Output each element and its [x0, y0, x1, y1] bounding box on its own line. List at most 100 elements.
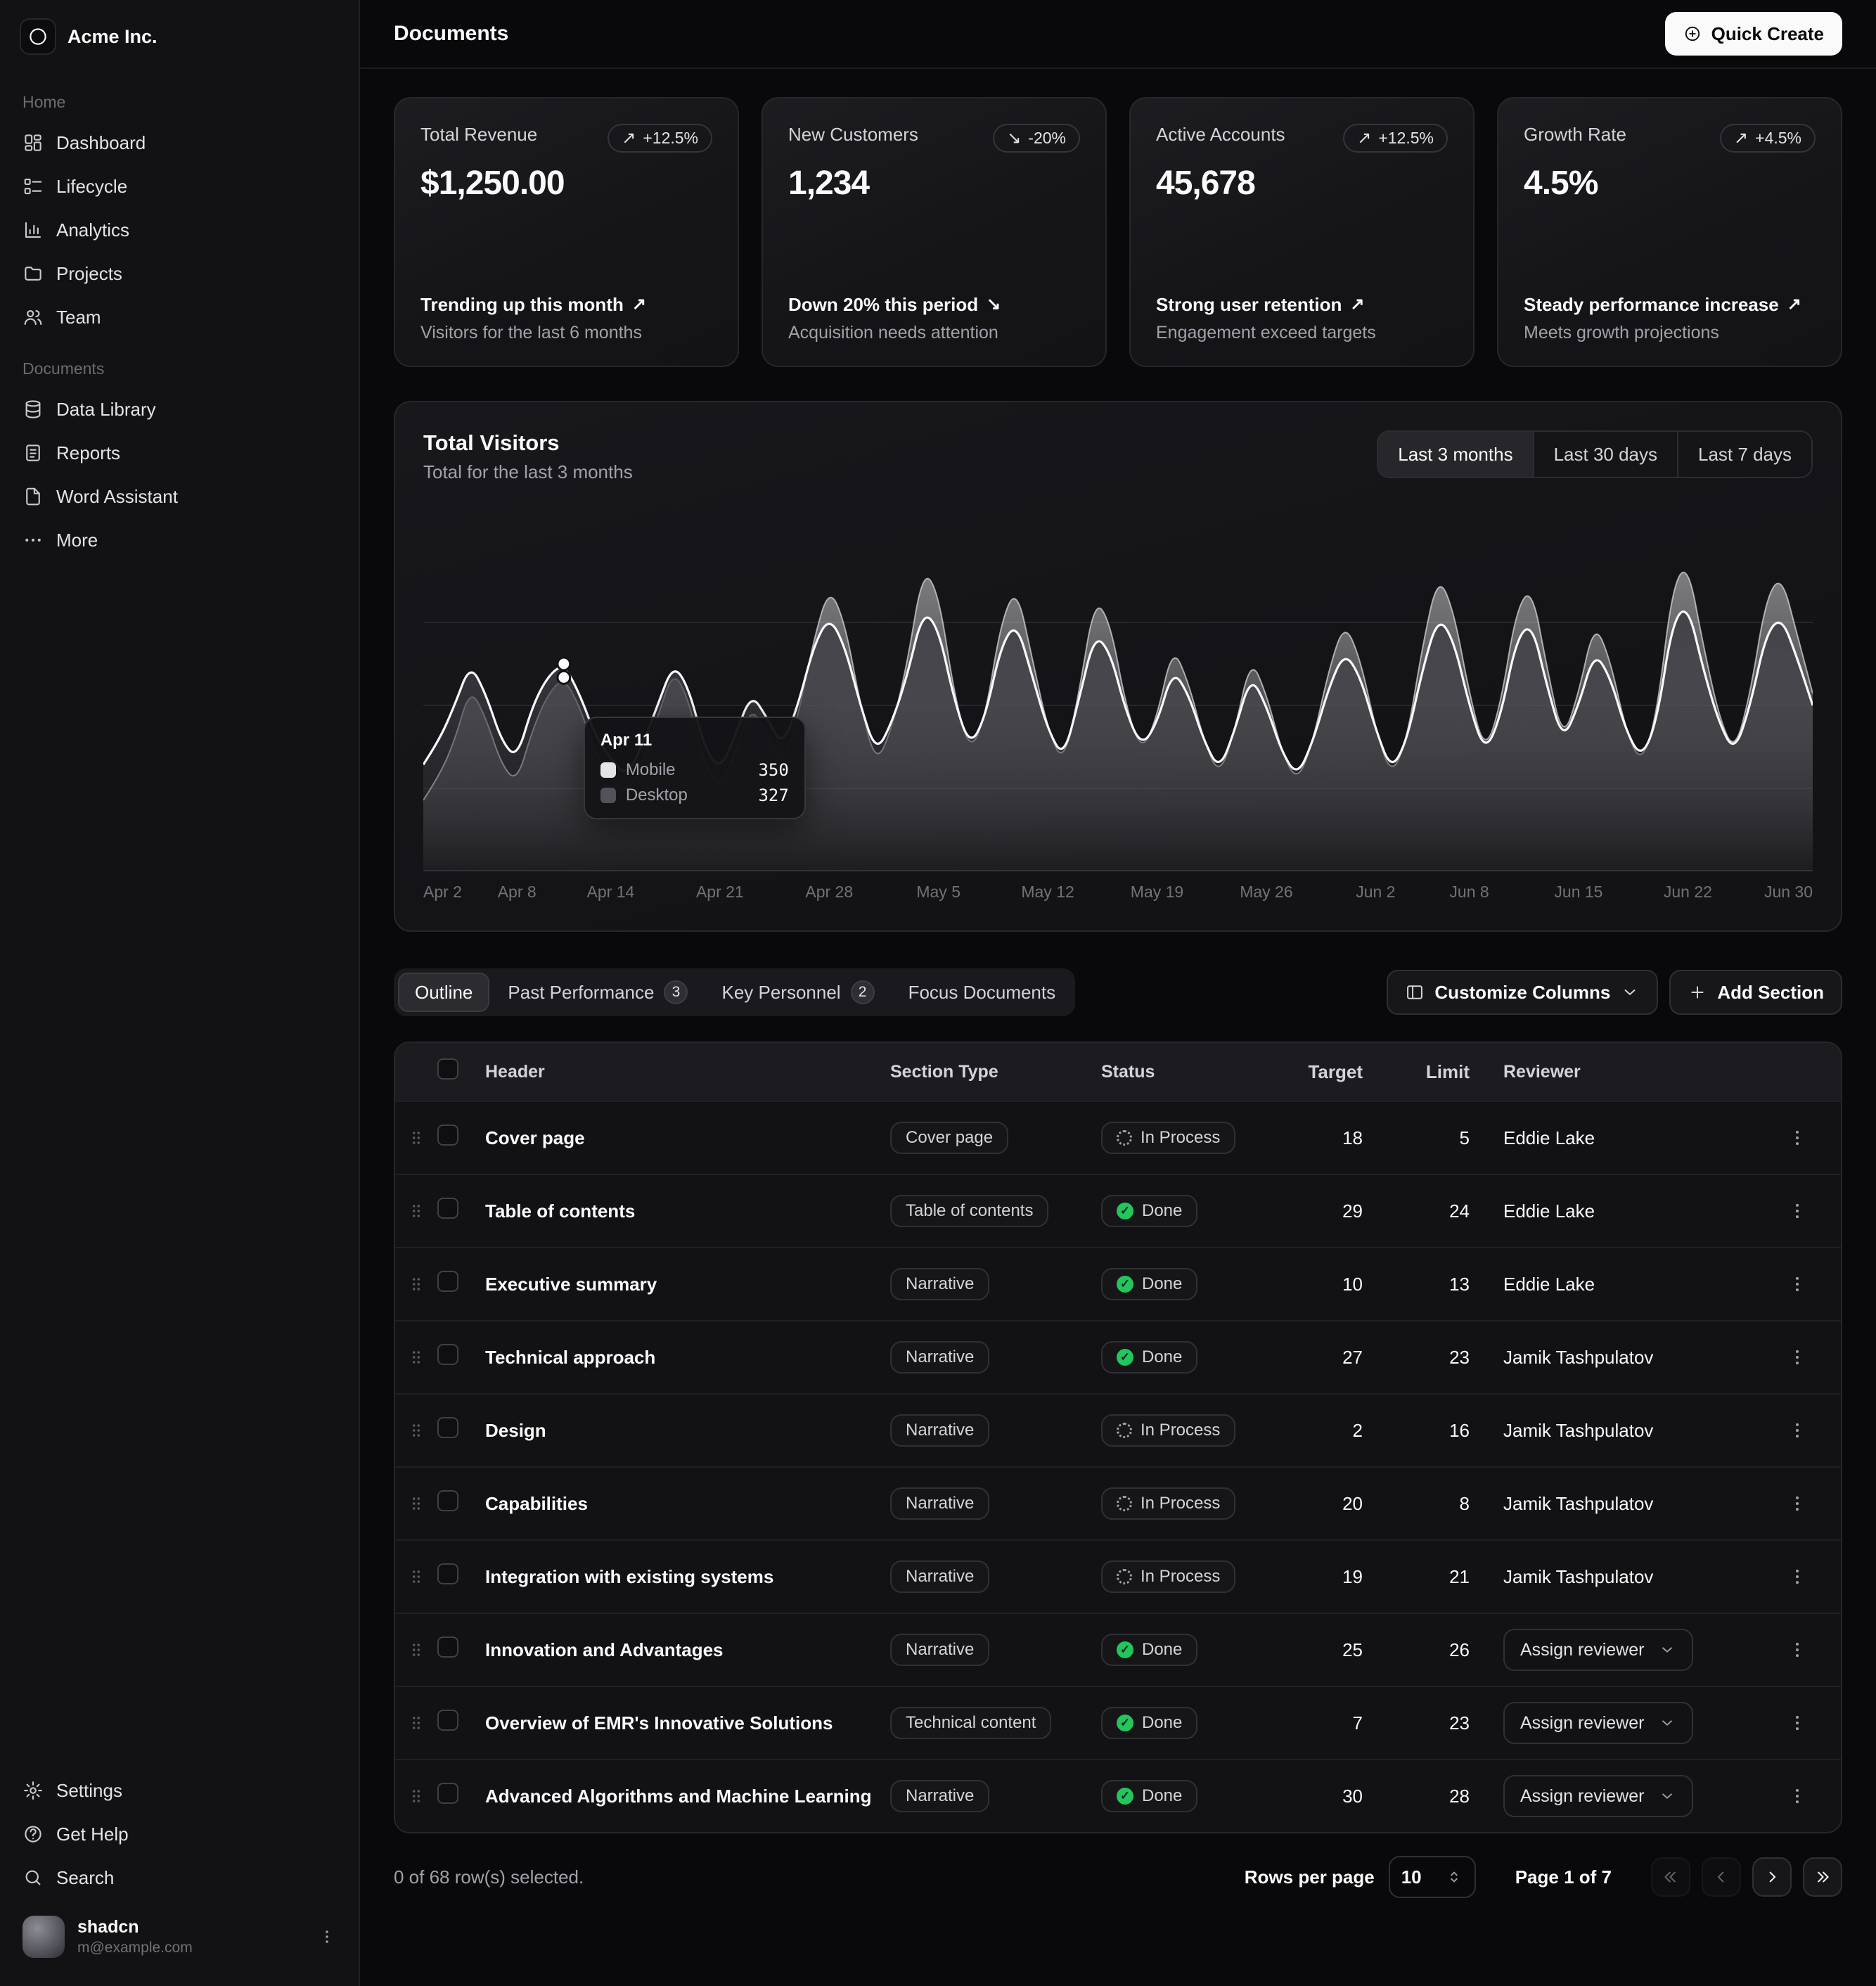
last-page-button[interactable] [1803, 1857, 1842, 1897]
limit-value[interactable]: 21 [1396, 1566, 1503, 1588]
drag-handle[interactable] [395, 1786, 437, 1806]
limit-value[interactable]: 8 [1396, 1493, 1503, 1515]
limit-value[interactable]: 23 [1396, 1712, 1503, 1734]
row-menu-button[interactable] [1779, 1485, 1816, 1522]
row-checkbox[interactable] [437, 1563, 458, 1584]
target-value[interactable]: 29 [1301, 1200, 1396, 1222]
sidebar-item-search[interactable]: Search [11, 1857, 347, 1899]
add-section-button[interactable]: Add Section [1669, 970, 1842, 1015]
row-header-link[interactable]: Cover page [485, 1127, 890, 1149]
row-header-link[interactable]: Integration with existing systems [485, 1566, 890, 1588]
row-menu-button[interactable] [1779, 1339, 1816, 1376]
brand-menu[interactable]: Acme Inc. [0, 0, 359, 73]
target-value[interactable]: 27 [1301, 1347, 1396, 1369]
ellipsis-vertical-icon [1787, 1493, 1808, 1514]
drag-handle[interactable] [395, 1128, 437, 1148]
row-menu-button[interactable] [1779, 1558, 1816, 1595]
row-header-link[interactable]: Overview of EMR's Innovative Solutions [485, 1712, 890, 1734]
sidebar-item-projects[interactable]: Projects [11, 252, 347, 295]
drag-handle[interactable] [395, 1201, 437, 1221]
limit-value[interactable]: 26 [1396, 1639, 1503, 1661]
drag-handle[interactable] [395, 1347, 437, 1367]
sidebar-item-analytics[interactable]: Analytics [11, 209, 347, 251]
first-page-button[interactable] [1651, 1857, 1690, 1897]
row-header-link[interactable]: Executive summary [485, 1274, 890, 1295]
range-last-3-months[interactable]: Last 3 months [1378, 432, 1532, 477]
visitors-area-chart[interactable]: Apr 11 Mobile 350 Desktop 327 [423, 520, 1813, 871]
row-header-link[interactable]: Technical approach [485, 1347, 890, 1369]
customize-columns-button[interactable]: Customize Columns [1387, 970, 1658, 1015]
row-menu-button[interactable] [1779, 1193, 1816, 1229]
row-menu-button[interactable] [1779, 1266, 1816, 1302]
row-checkbox[interactable] [437, 1417, 458, 1438]
status-badge: Done [1101, 1707, 1197, 1739]
drag-handle[interactable] [395, 1494, 437, 1513]
row-checkbox[interactable] [437, 1783, 458, 1804]
previous-page-button[interactable] [1702, 1857, 1741, 1897]
row-header-link[interactable]: Advanced Algorithms and Machine Learning [485, 1786, 890, 1807]
sidebar-item-team[interactable]: Team [11, 296, 347, 338]
row-checkbox[interactable] [437, 1271, 458, 1292]
target-value[interactable]: 10 [1301, 1274, 1396, 1295]
quick-create-button[interactable]: Quick Create [1665, 12, 1842, 56]
drag-handle[interactable] [395, 1713, 437, 1733]
drag-handle[interactable] [395, 1640, 437, 1660]
row-menu-button[interactable] [1779, 1778, 1816, 1814]
row-checkbox[interactable] [437, 1344, 458, 1365]
assign-reviewer-select[interactable]: Assign reviewer [1503, 1629, 1693, 1671]
row-header-link[interactable]: Design [485, 1420, 890, 1442]
tab-focus-documents[interactable]: Focus Documents [893, 973, 1072, 1012]
row-header-link[interactable]: Innovation and Advantages [485, 1639, 890, 1661]
row-checkbox[interactable] [437, 1636, 458, 1658]
sidebar-item-word-assistant[interactable]: Word Assistant [11, 475, 347, 518]
limit-value[interactable]: 5 [1396, 1127, 1503, 1149]
table-row: Cover page Cover page In Process 18 5 Ed… [395, 1101, 1841, 1174]
sidebar-item-lifecycle[interactable]: Lifecycle [11, 165, 347, 207]
row-header-link[interactable]: Table of contents [485, 1200, 890, 1222]
target-value[interactable]: 2 [1301, 1420, 1396, 1442]
sidebar-item-get-help[interactable]: Get Help [11, 1813, 347, 1855]
chevron-down-icon [1658, 1641, 1676, 1659]
next-page-button[interactable] [1752, 1857, 1792, 1897]
assign-reviewer-select[interactable]: Assign reviewer [1503, 1775, 1693, 1817]
row-header-link[interactable]: Capabilities [485, 1493, 890, 1515]
limit-value[interactable]: 16 [1396, 1420, 1503, 1442]
target-value[interactable]: 18 [1301, 1127, 1396, 1149]
sidebar-item-data-library[interactable]: Data Library [11, 388, 347, 430]
row-menu-button[interactable] [1779, 1412, 1816, 1449]
range-last-7-days[interactable]: Last 7 days [1677, 432, 1811, 477]
tab-past-performance[interactable]: Past Performance3 [492, 973, 703, 1012]
status-badge: Done [1101, 1780, 1197, 1812]
rows-per-page-select[interactable]: 10 [1389, 1856, 1476, 1898]
row-menu-button[interactable] [1779, 1705, 1816, 1741]
sidebar-item-reports[interactable]: Reports [11, 432, 347, 474]
target-value[interactable]: 19 [1301, 1566, 1396, 1588]
target-value[interactable]: 30 [1301, 1786, 1396, 1807]
app-window: Acme Inc. Home Dashboard Lifecycle Analy… [0, 0, 1876, 1986]
user-menu[interactable]: shadcn m@example.com [11, 1907, 347, 1966]
target-value[interactable]: 20 [1301, 1493, 1396, 1515]
row-checkbox[interactable] [437, 1125, 458, 1146]
row-checkbox[interactable] [437, 1490, 458, 1511]
drag-handle[interactable] [395, 1274, 437, 1294]
tab-outline[interactable]: Outline [398, 973, 489, 1012]
row-menu-button[interactable] [1779, 1120, 1816, 1156]
tab-key-personnel[interactable]: Key Personnel2 [706, 973, 889, 1012]
assign-reviewer-select[interactable]: Assign reviewer [1503, 1702, 1693, 1744]
limit-value[interactable]: 24 [1396, 1200, 1503, 1222]
target-value[interactable]: 25 [1301, 1639, 1396, 1661]
drag-handle[interactable] [395, 1567, 437, 1587]
target-value[interactable]: 7 [1301, 1712, 1396, 1734]
select-all-checkbox[interactable] [437, 1058, 458, 1080]
sidebar-item-more[interactable]: More [11, 519, 347, 561]
range-last-30-days[interactable]: Last 30 days [1533, 432, 1677, 477]
limit-value[interactable]: 28 [1396, 1786, 1503, 1807]
limit-value[interactable]: 23 [1396, 1347, 1503, 1369]
row-checkbox[interactable] [437, 1710, 458, 1731]
sidebar-item-dashboard[interactable]: Dashboard [11, 122, 347, 164]
drag-handle[interactable] [395, 1421, 437, 1440]
limit-value[interactable]: 13 [1396, 1274, 1503, 1295]
sidebar-item-settings[interactable]: Settings [11, 1769, 347, 1812]
row-menu-button[interactable] [1779, 1632, 1816, 1668]
row-checkbox[interactable] [437, 1198, 458, 1219]
